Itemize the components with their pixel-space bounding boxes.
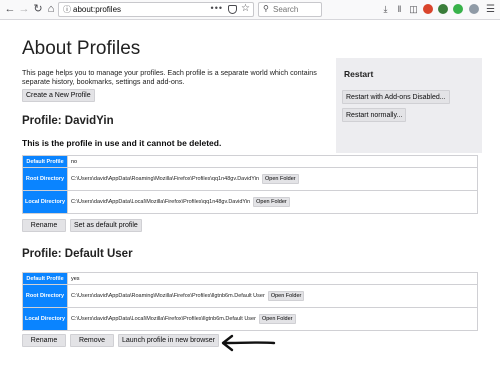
default-profile-label: Default Profile [22, 155, 68, 168]
download-icon[interactable]: ⤓ [380, 4, 391, 15]
table-row: Default Profile yes [22, 272, 478, 285]
table-row: Root Directory C:\Users\david\AppData\Ro… [22, 284, 478, 308]
annotation-arrow-icon [221, 334, 276, 352]
table-row: Default Profile no [22, 155, 478, 168]
rename-button[interactable]: Rename [22, 334, 66, 347]
launch-profile-button[interactable]: Launch profile in new browser [118, 334, 219, 347]
forward-icon[interactable]: → [18, 3, 30, 15]
address-bar-url: about:profiles [73, 5, 122, 14]
table-row: Local Directory C:\Users\david\AppData\L… [22, 190, 478, 214]
root-directory-label: Root Directory [22, 284, 68, 308]
restart-addons-disabled-button[interactable]: Restart with Add-ons Disabled... [342, 90, 450, 104]
profile-heading-default-user: Profile: Default User [22, 248, 133, 260]
local-directory-path: C:\Users\david\AppData\Local\Mozilla\Fir… [71, 199, 251, 205]
rename-button[interactable]: Rename [22, 219, 66, 232]
table-row: Local Directory C:\Users\david\AppData\L… [22, 307, 478, 331]
restart-panel: Restart Restart with Add-ons Disabled...… [336, 58, 482, 153]
search-bar[interactable]: ⚲ [258, 2, 322, 17]
restart-normally-button[interactable]: Restart normally... [342, 108, 407, 122]
addon-icon[interactable] [438, 4, 448, 14]
root-directory-cell: C:\Users\david\AppData\Roaming\Mozilla\F… [67, 284, 478, 308]
open-local-folder-button[interactable]: Open Folder [253, 197, 290, 207]
search-input[interactable] [273, 4, 319, 15]
sidebar-icon[interactable]: ◫ [408, 4, 419, 15]
local-directory-path: C:\Users\david\AppData\Local\Mozilla\Fir… [71, 316, 256, 322]
page-actions-icon[interactable]: ••• [211, 3, 223, 13]
local-directory-label: Local Directory [22, 307, 68, 331]
menu-icon[interactable]: ☰ [485, 4, 496, 15]
intro-text: This page helps you to manage your profi… [22, 68, 317, 86]
address-bar[interactable]: ⓘ about:profiles ••• ☆ [58, 2, 254, 17]
restart-title: Restart [344, 69, 374, 79]
profile-table-default-user: Default Profile yes Root Directory C:\Us… [22, 272, 478, 331]
table-row: Root Directory C:\Users\david\AppData\Ro… [22, 167, 478, 191]
search-icon: ⚲ [263, 4, 269, 13]
bookmark-star-icon[interactable]: ☆ [241, 3, 250, 14]
local-directory-cell: C:\Users\david\AppData\Local\Mozilla\Fir… [67, 307, 478, 331]
account-icon[interactable] [469, 4, 479, 14]
open-root-folder-button[interactable]: Open Folder [267, 291, 305, 301]
profile-table-davidyin: Default Profile no Root Directory C:\Use… [22, 155, 478, 214]
info-icon[interactable]: ⓘ [63, 4, 71, 15]
open-local-folder-button[interactable]: Open Folder [258, 314, 296, 324]
default-profile-label: Default Profile [22, 272, 68, 285]
remove-button[interactable]: Remove [70, 334, 114, 347]
create-profile-button[interactable]: Create a New Profile [22, 89, 95, 102]
default-profile-value: no [67, 155, 478, 168]
profile-in-use-warning: This is the profile in use and it cannot… [22, 138, 222, 148]
local-directory-cell: C:\Users\david\AppData\Local\Mozilla\Fir… [67, 190, 478, 214]
pocket-icon[interactable] [228, 5, 237, 14]
reload-icon[interactable]: ↻ [32, 3, 44, 15]
addon-icon[interactable] [453, 4, 463, 14]
root-directory-path: C:\Users\david\AppData\Roaming\Mozilla\F… [71, 293, 265, 299]
root-directory-label: Root Directory [22, 167, 68, 191]
home-icon[interactable]: ⌂ [45, 3, 57, 15]
addon-icon[interactable] [423, 4, 433, 14]
library-icon[interactable]: ‖ [394, 4, 405, 15]
page-title: About Profiles [22, 38, 141, 59]
set-default-profile-button[interactable]: Set as default profile [70, 219, 142, 232]
back-icon[interactable]: ← [4, 3, 16, 15]
root-directory-path: C:\Users\david\AppData\Roaming\Mozilla\F… [71, 176, 260, 182]
open-root-folder-button[interactable]: Open Folder [262, 174, 299, 184]
profile-heading-davidyin: Profile: DavidYin [22, 115, 114, 127]
default-profile-value: yes [67, 272, 478, 285]
browser-toolbar: ← → ↻ ⌂ ⓘ about:profiles ••• ☆ ⚲ ⤓ ‖ ◫ ☰ [0, 0, 500, 20]
local-directory-label: Local Directory [22, 190, 68, 214]
root-directory-cell: C:\Users\david\AppData\Roaming\Mozilla\F… [67, 167, 478, 191]
